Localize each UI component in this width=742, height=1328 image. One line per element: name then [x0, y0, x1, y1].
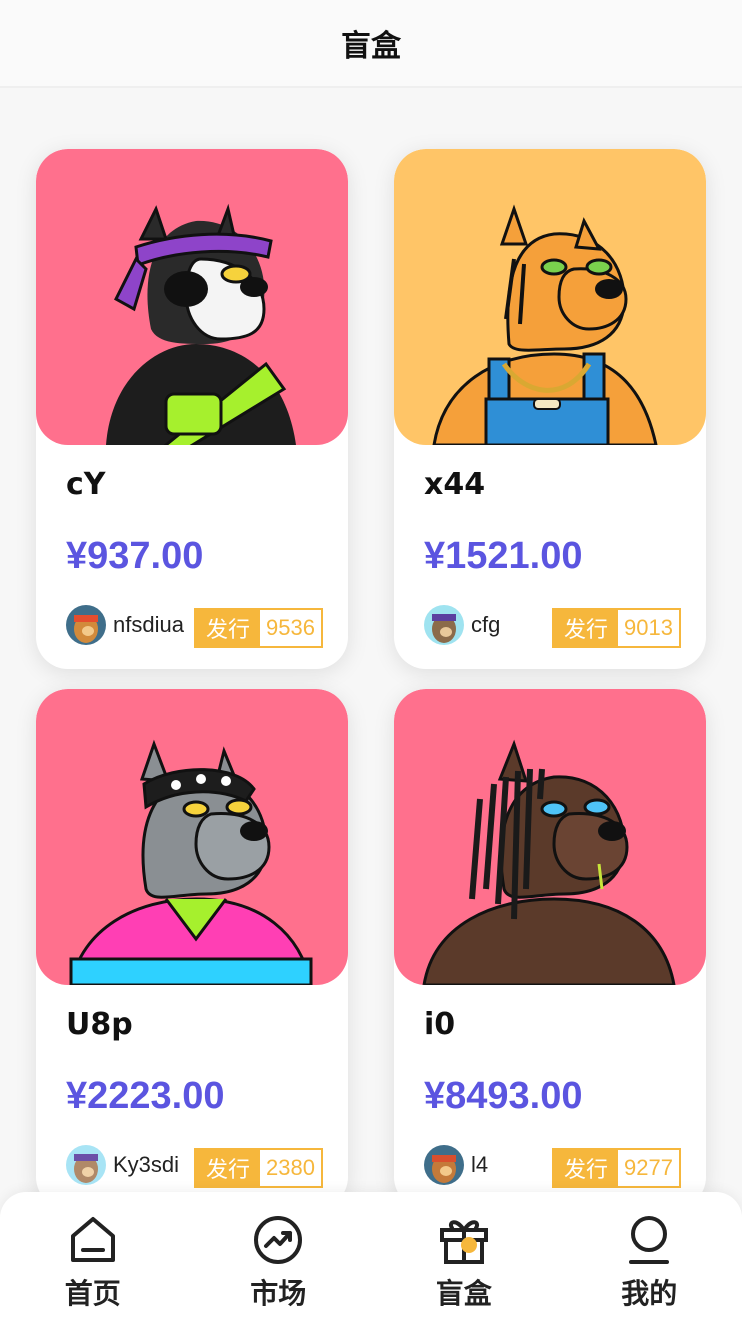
home-icon [70, 1217, 115, 1262]
nft-price: ¥937.00 [66, 535, 204, 577]
nft-price: ¥1521.00 [424, 535, 583, 577]
nft-name: U8p [66, 1007, 133, 1042]
creator-avatar [424, 1145, 464, 1185]
tab-label: 市场 [250, 1277, 307, 1310]
nft-price: ¥8493.00 [424, 1075, 583, 1117]
creator-avatar [66, 605, 106, 645]
tab-market[interactable]: 市场 [186, 1192, 372, 1328]
tab-blindbox[interactable]: 盲盒 [371, 1192, 557, 1328]
tab-label: 我的 [621, 1277, 678, 1310]
issue-label: 发行 [554, 610, 619, 646]
creator-name: Ky3sdi [113, 1152, 180, 1177]
creator-name: cfg [471, 612, 501, 637]
nft-name: cY [66, 467, 106, 502]
nft-name: x44 [424, 467, 486, 502]
creator-info[interactable]: l4 [424, 1145, 545, 1185]
creator-name: l4 [471, 1152, 489, 1177]
blindbox-card[interactable]: x44 ¥1521.00 cfg 发行 9013 [394, 149, 706, 669]
brown-dog-dreadlocks-art [394, 689, 706, 985]
bottom-tab-bar: 首页 市场 盲盒 我的 [0, 1192, 742, 1328]
creator-info[interactable]: cfg [424, 605, 545, 645]
tab-label: 首页 [64, 1277, 121, 1310]
app-header: 盲盒 [0, 0, 742, 88]
user-icon [629, 1216, 670, 1264]
issue-badge: 发行 9013 [552, 608, 681, 648]
creator-avatar [66, 1145, 106, 1185]
tab-home[interactable]: 首页 [0, 1192, 186, 1328]
issue-badge: 发行 9277 [552, 1148, 681, 1188]
blindbox-card[interactable]: i0 ¥8493.00 l4 发行 9277 [394, 689, 706, 1209]
blindbox-card[interactable]: cY ¥937.00 nfsdiua 发行 9536 [36, 149, 348, 669]
creator-avatar [424, 605, 464, 645]
nft-price: ¥2223.00 [66, 1075, 225, 1117]
blindbox-card[interactable]: U8p ¥2223.00 Ky3sdi 发行 2380 [36, 689, 348, 1209]
page-title: 盲盒 [341, 29, 401, 64]
issue-label: 发行 [554, 1150, 619, 1186]
issue-count: 9013 [618, 610, 679, 646]
creator-name: nfsdiua [113, 612, 184, 637]
gray-dog-skull-bandana-art [36, 689, 348, 985]
tab-mine[interactable]: 我的 [557, 1192, 742, 1328]
issue-label: 发行 [196, 610, 261, 646]
issue-count: 9536 [260, 610, 321, 646]
issue-count: 9277 [618, 1150, 679, 1186]
tiger-dog-art [394, 149, 706, 445]
issue-badge: 发行 9536 [194, 608, 323, 648]
issue-badge: 发行 2380 [194, 1148, 323, 1188]
issue-label: 发行 [196, 1150, 261, 1186]
dog-bandana-art [36, 149, 348, 445]
gift-icon [439, 1220, 488, 1264]
creator-info[interactable]: Ky3sdi [66, 1145, 187, 1185]
nft-name: i0 [424, 1007, 456, 1042]
tab-label: 盲盒 [435, 1277, 492, 1310]
issue-count: 2380 [260, 1150, 321, 1186]
trend-icon [254, 1216, 303, 1264]
creator-info[interactable]: nfsdiua [66, 605, 187, 645]
